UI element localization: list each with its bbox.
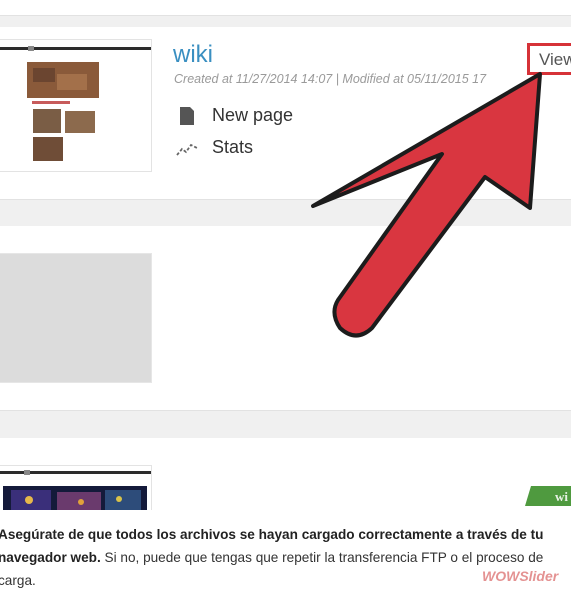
watermark: WOWSlider [482,568,559,584]
caption: Asegúrate de que todos los archivos se h… [0,510,571,600]
